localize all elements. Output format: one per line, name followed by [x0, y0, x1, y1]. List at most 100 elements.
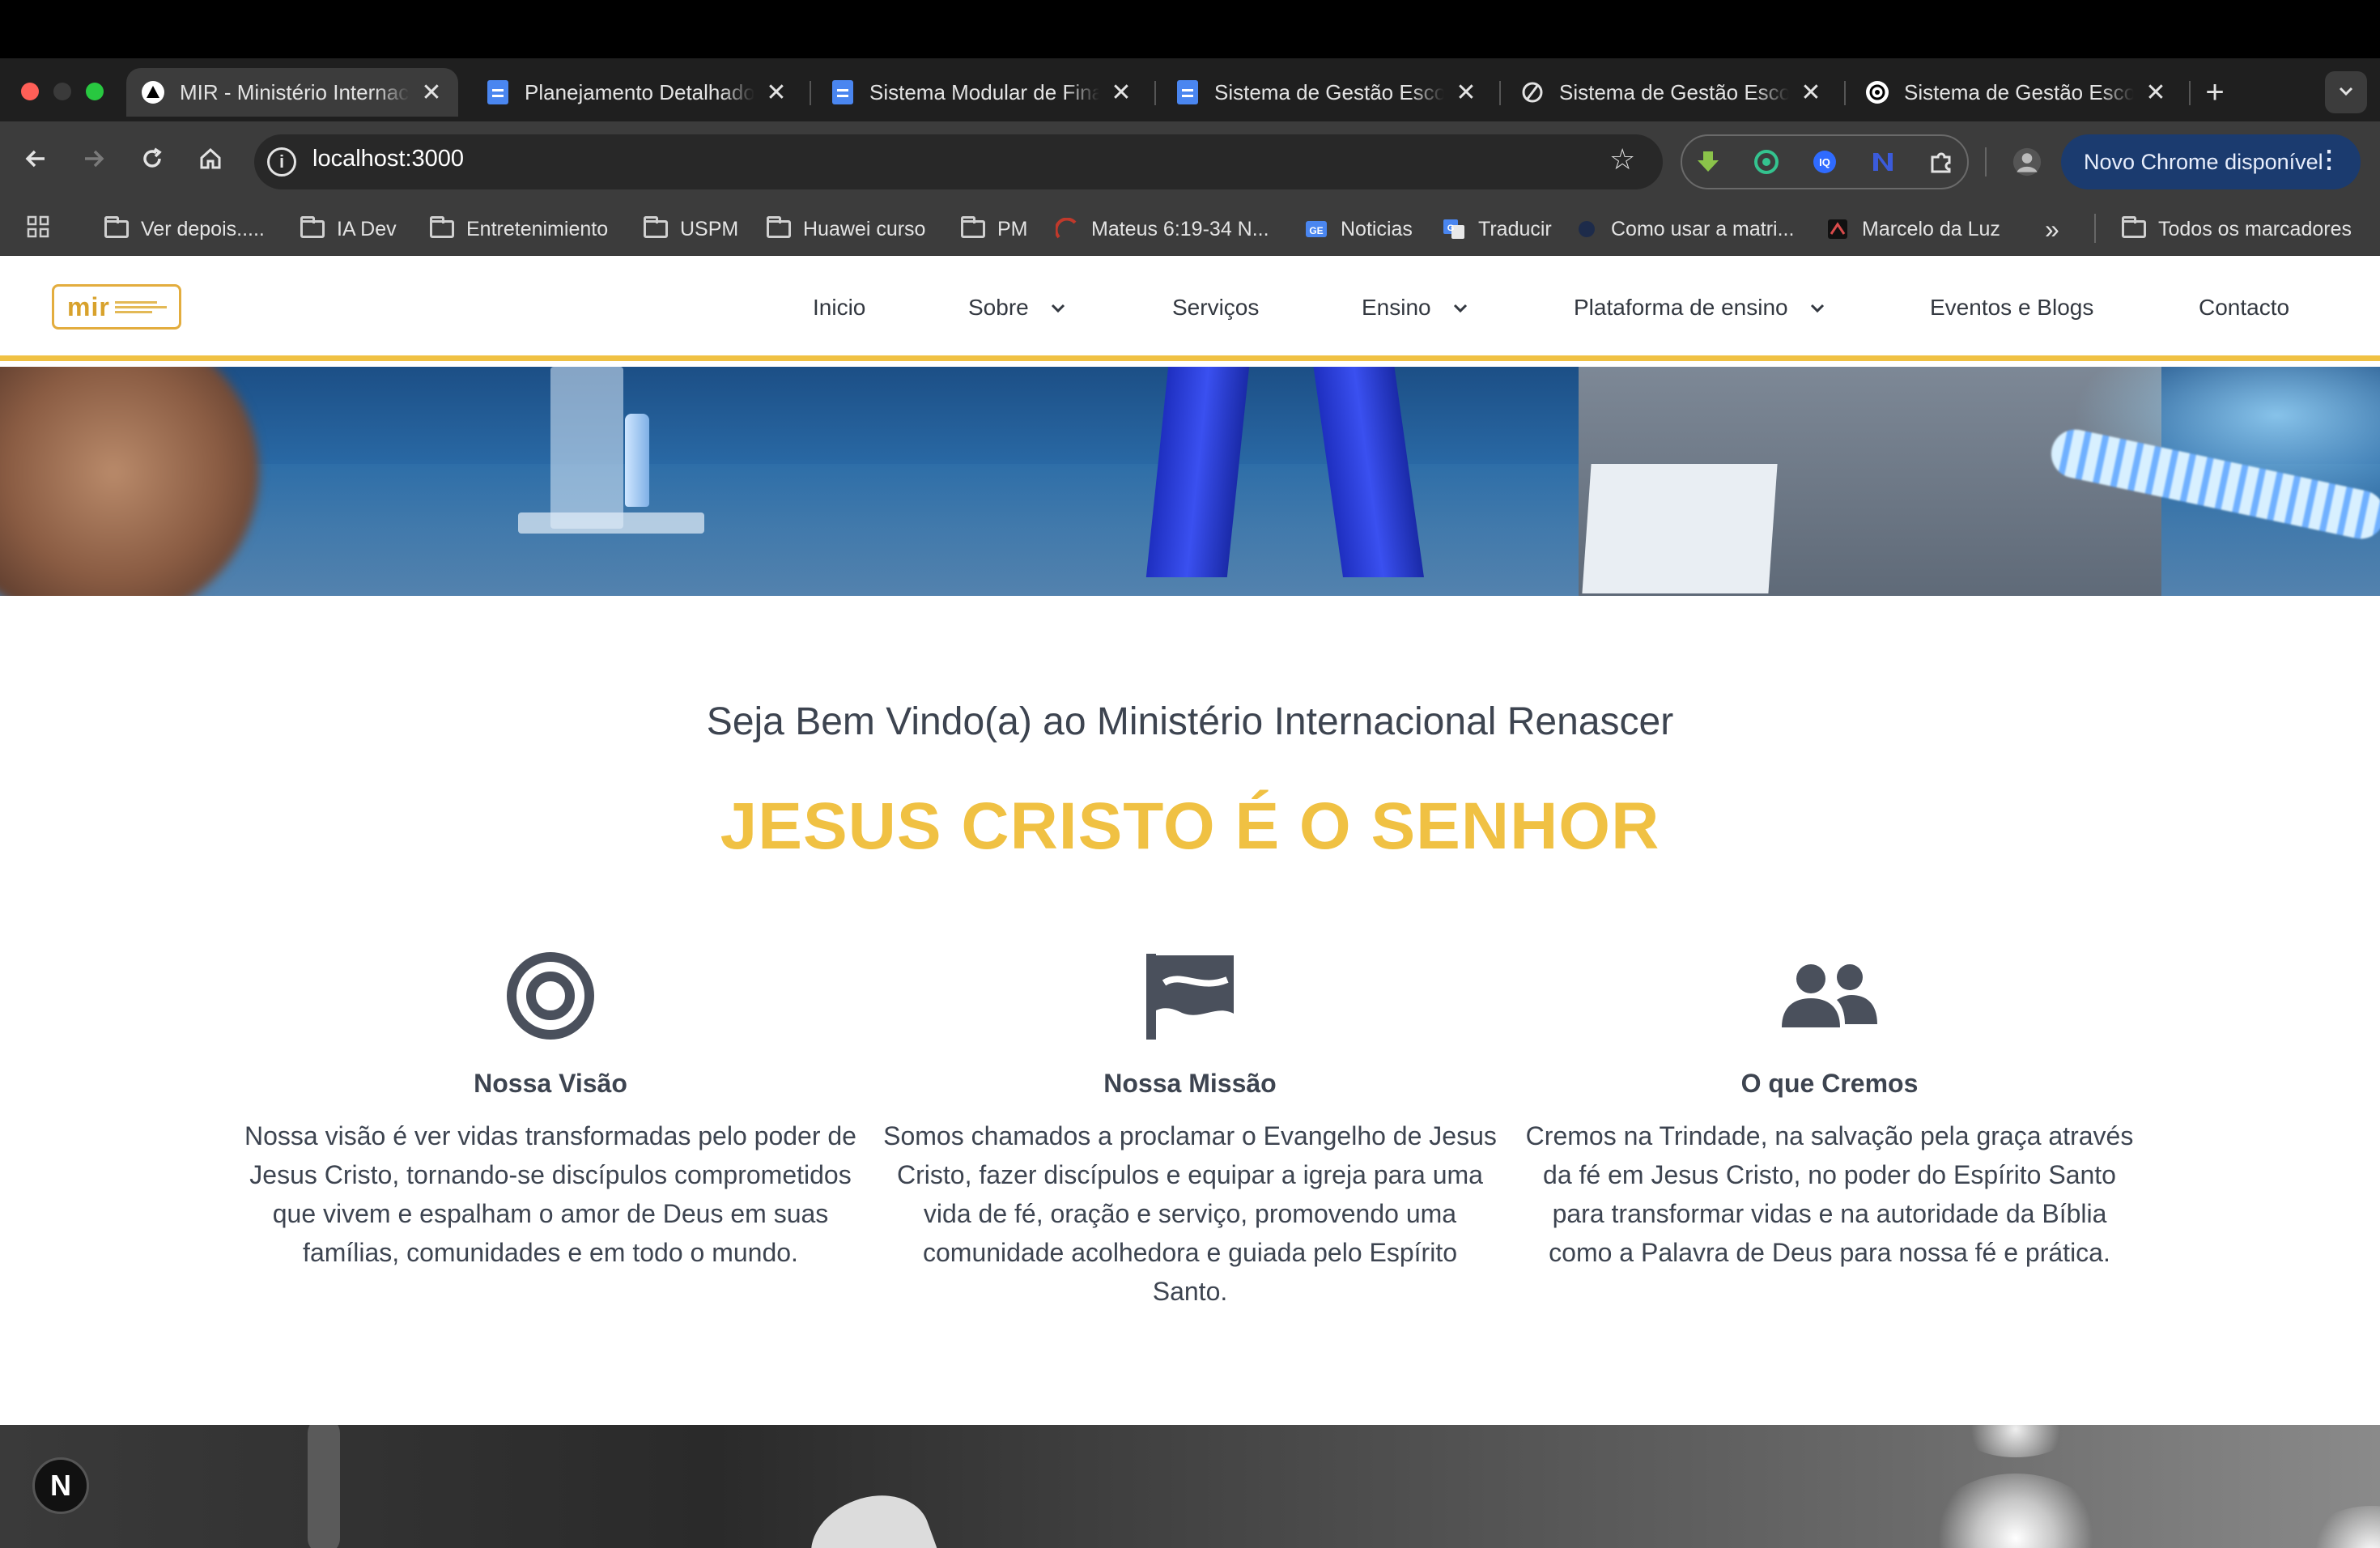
tab-search-button[interactable] — [2325, 71, 2367, 113]
bookmark-label: Ver depois..... — [141, 217, 265, 240]
tab-planejamento[interactable]: Planejamento Detalhado ✕ — [471, 68, 803, 117]
nav-plataforma[interactable]: Plataforma de ensino — [1574, 290, 1829, 325]
tab-close-icon[interactable]: ✕ — [419, 79, 444, 107]
bookmark-entretenimiento[interactable]: Entretenimiento — [429, 212, 608, 246]
nextjs-dev-badge[interactable]: N — [32, 1457, 89, 1514]
tab-gestao-3[interactable]: Sistema de Gestão Escolar ✕ — [1851, 68, 2182, 117]
bookmark-noticias[interactable]: GE Noticias — [1303, 212, 1413, 246]
bookmark-label: Como usar a matri... — [1611, 217, 1795, 240]
tab-gestao-1[interactable]: Sistema de Gestão Escolar ✕ — [1161, 68, 1493, 117]
feature-text: Nossa visão é ver vidas transformadas pe… — [244, 1121, 856, 1267]
all-bookmarks-folder[interactable]: Todos os marcadores — [2121, 212, 2352, 246]
chevron-down-icon — [1806, 296, 1829, 319]
feature-title: Nossa Missão — [1103, 1069, 1277, 1098]
record-extension-icon[interactable] — [1752, 147, 1781, 176]
home-button[interactable] — [188, 139, 233, 185]
bookmarks-overflow-button[interactable]: » — [2045, 212, 2059, 246]
tab-mir[interactable]: MIR - Ministério Internacional Renascer … — [126, 68, 458, 117]
window-minimize-button[interactable] — [53, 83, 71, 100]
tab-close-icon[interactable]: ✕ — [2144, 79, 2168, 107]
folder-icon — [300, 216, 325, 241]
tab-separator — [1499, 81, 1501, 105]
bookmark-label: IA Dev — [337, 217, 397, 240]
bookmark-label: Mateus 6:19-34 N... — [1091, 217, 1269, 240]
tab-separator — [1154, 81, 1156, 105]
more-menu-icon[interactable]: ⋮ — [2317, 146, 2341, 174]
bookmark-pm[interactable]: PM — [960, 212, 1028, 246]
feature-vision: Nossa Visão Nossa visão é ver vidas tran… — [243, 947, 858, 1272]
bookmark-mateus[interactable]: Mateus 6:19-34 N... — [1054, 212, 1269, 246]
flag-icon — [882, 947, 1498, 1044]
nav-contacto[interactable]: Contacto — [2199, 290, 2289, 325]
toolbar-separator — [1985, 147, 1987, 176]
bookmark-ver-depois[interactable]: Ver depois..... — [104, 212, 265, 246]
nav-label: Contacto — [2199, 295, 2290, 320]
nav-label: Ensino — [1362, 295, 1431, 320]
bookmark-label: Todos os marcadores — [2158, 217, 2352, 240]
apps-button[interactable] — [26, 212, 50, 246]
google-docs-icon — [831, 80, 855, 104]
folder-icon — [766, 216, 792, 241]
bookmark-traducir[interactable]: G Traducir — [1441, 212, 1552, 246]
tab-gestao-2[interactable]: Sistema de Gestão Escolar ✕ — [1506, 68, 1838, 117]
grid-icon — [26, 215, 50, 245]
bookmark-label: Traducir — [1478, 217, 1552, 240]
address-url[interactable]: localhost:3000 — [312, 146, 464, 172]
feature-text: Somos chamados a proclamar o Evangelho d… — [883, 1121, 1497, 1306]
nav-label: Serviços — [1172, 295, 1260, 320]
puzzle-icon[interactable] — [1927, 147, 1956, 176]
nav-servicos[interactable]: Serviços — [1172, 290, 1259, 325]
bookmark-ia-dev[interactable]: IA Dev — [300, 212, 397, 246]
bookmark-star-icon[interactable]: ☆ — [1609, 142, 1635, 176]
google-docs-icon — [1175, 80, 1200, 104]
profile-avatar[interactable] — [2012, 147, 2042, 176]
window-zoom-button[interactable] — [86, 83, 104, 100]
tab-title: Sistema de Gestão Escolar — [1214, 79, 1444, 104]
google-news-icon: GE — [1303, 217, 1329, 241]
feature-beliefs: O que Cremos Cremos na Trindade, na salv… — [1522, 947, 2137, 1272]
svg-text:IQ: IQ — [1819, 156, 1830, 168]
chrome-update-button[interactable]: Novo Chrome disponível ⋮ — [2061, 134, 2361, 189]
bookmark-uspm[interactable]: USPM — [643, 212, 738, 246]
motto-heading: JESUS CRISTO É O SENHOR — [720, 789, 1660, 863]
tab-close-icon[interactable]: ✕ — [1799, 79, 1823, 107]
tab-close-icon[interactable]: ✕ — [1454, 79, 1478, 107]
openai-icon — [1865, 80, 1889, 104]
worship-image — [0, 1425, 2380, 1548]
site-logo[interactable]: mir — [52, 284, 181, 330]
home-icon — [197, 145, 224, 180]
reload-button[interactable] — [130, 139, 175, 185]
tab-close-icon[interactable]: ✕ — [1109, 79, 1133, 107]
logo-text: mir — [67, 291, 110, 321]
logo-lines — [114, 300, 167, 313]
forward-button[interactable] — [71, 139, 117, 185]
reload-icon — [138, 145, 166, 180]
arrow-left-icon — [22, 145, 49, 180]
n-extension-icon[interactable] — [1868, 147, 1898, 176]
back-button[interactable] — [13, 139, 58, 185]
chevron-down-icon — [1047, 296, 1069, 319]
tab-title: MIR - Ministério Internacional Renascer — [180, 79, 410, 104]
address-bar[interactable] — [254, 134, 1663, 189]
tab-title: Sistema Modular de Finanças — [869, 79, 1099, 104]
download-extension-icon[interactable] — [1694, 147, 1723, 176]
bookmark-matriz[interactable]: Como usar a matri... — [1574, 212, 1794, 246]
nav-sobre[interactable]: Sobre — [968, 290, 1069, 325]
folder-icon — [429, 216, 455, 241]
new-tab-button[interactable]: + — [2199, 70, 2231, 115]
bookmark-marcelo[interactable]: Marcelo da Luz — [1825, 212, 2000, 246]
window-close-button[interactable] — [21, 83, 39, 100]
nav-inicio[interactable]: Inicio — [813, 290, 865, 325]
iq-extension-icon[interactable]: IQ — [1810, 147, 1839, 176]
google-docs-icon — [486, 80, 510, 104]
triangle-icon — [141, 80, 165, 104]
hero-image — [0, 367, 2380, 596]
bookmark-huawei[interactable]: Huawei curso — [766, 212, 925, 246]
tab-financas[interactable]: Sistema Modular de Finanças ✕ — [816, 68, 1148, 117]
tab-close-icon[interactable]: ✕ — [764, 79, 788, 107]
nav-eventos[interactable]: Eventos e Blogs — [1930, 290, 2093, 325]
site-info-icon[interactable]: i — [267, 147, 296, 176]
page-icon — [1825, 217, 1851, 241]
folder-icon — [643, 216, 669, 241]
nav-ensino[interactable]: Ensino — [1362, 290, 1472, 325]
